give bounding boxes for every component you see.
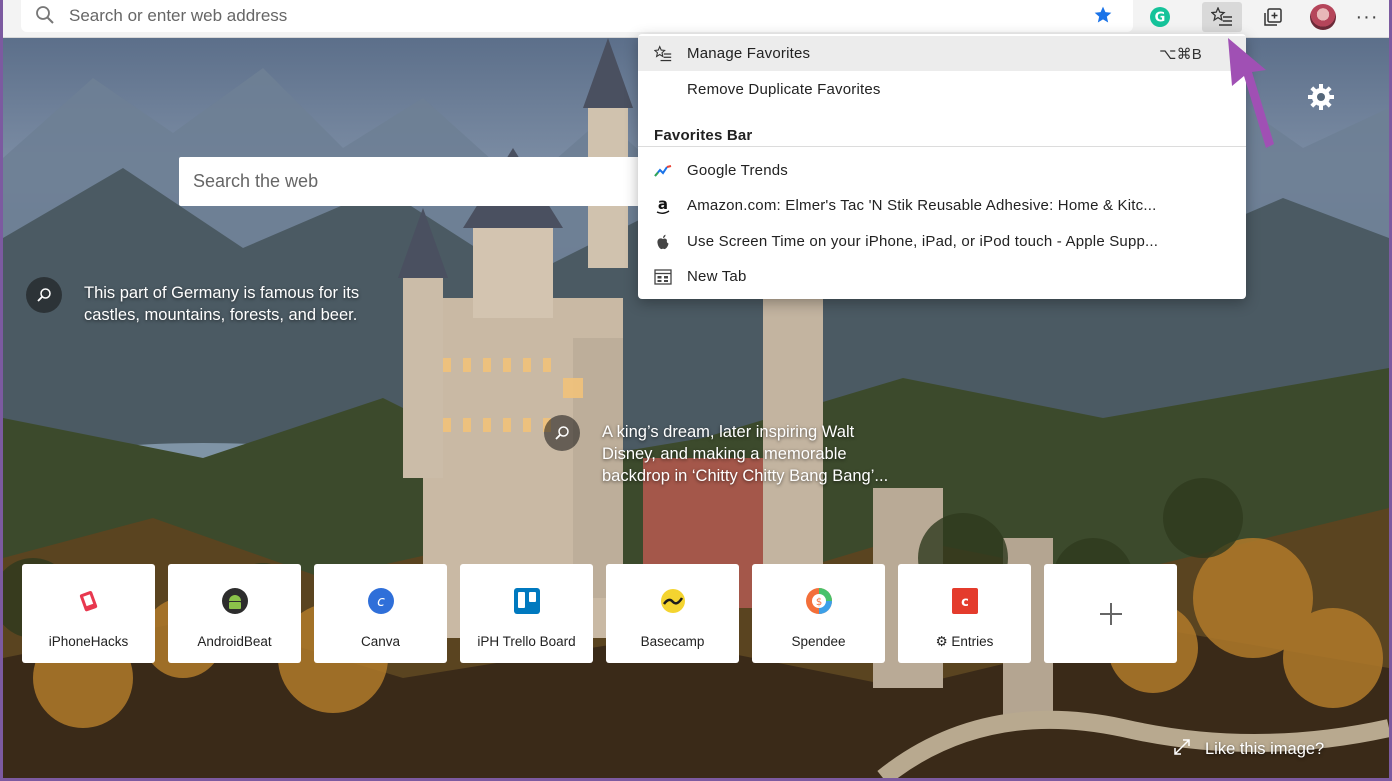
favorites-menu: Manage Favorites ⌥⌘B Remove Duplicate Fa… bbox=[638, 34, 1246, 299]
tile-entries[interactable]: c ⚙ Entries bbox=[898, 564, 1031, 663]
info-line: A king’s dream, later inspiring Walt bbox=[602, 423, 855, 441]
tile-label: iPhoneHacks bbox=[48, 634, 129, 649]
add-tile-button[interactable] bbox=[1044, 564, 1177, 663]
favorite-label: Google Trends bbox=[687, 162, 788, 179]
trello-icon bbox=[512, 586, 542, 616]
like-this-image-button[interactable]: Like this image? bbox=[1173, 738, 1324, 761]
star-icon[interactable] bbox=[1093, 5, 1113, 30]
amazon-icon: a bbox=[654, 197, 672, 215]
info-search-icon[interactable] bbox=[544, 415, 580, 451]
info-line: This part of Germany is famous for its bbox=[84, 284, 360, 302]
favorites-list-icon bbox=[1211, 7, 1232, 26]
plus-icon bbox=[1096, 599, 1126, 629]
favorite-amazon[interactable]: a Amazon.com: Elmer's Tac 'N Stik Reusab… bbox=[638, 188, 1246, 223]
menu-item-remove-duplicates[interactable]: Remove Duplicate Favorites bbox=[638, 72, 1246, 107]
apple-icon bbox=[654, 233, 672, 251]
annotation-arrow bbox=[1218, 36, 1278, 156]
svg-text:G: G bbox=[1155, 11, 1166, 26]
tile-basecamp[interactable]: Basecamp bbox=[606, 564, 739, 663]
profile-button[interactable] bbox=[1303, 2, 1343, 32]
collections-icon[interactable] bbox=[1253, 2, 1293, 32]
tile-label: iPH Trello Board bbox=[477, 634, 576, 649]
tile-label: AndroidBeat bbox=[197, 634, 272, 649]
web-search-box[interactable]: Search the web bbox=[179, 157, 649, 206]
settings-gear-icon[interactable] bbox=[1306, 82, 1336, 117]
tile-iphonehacks[interactable]: iPhoneHacks bbox=[22, 564, 155, 663]
androidbeat-icon bbox=[220, 586, 250, 616]
spendee-icon: $ bbox=[804, 586, 834, 616]
basecamp-icon bbox=[658, 586, 688, 616]
avatar bbox=[1310, 4, 1336, 30]
search-icon bbox=[35, 5, 55, 30]
svg-text:c: c bbox=[377, 594, 385, 610]
favorites-button[interactable] bbox=[1202, 2, 1242, 32]
menu-item-label: Manage Favorites bbox=[687, 45, 811, 62]
menu-divider bbox=[638, 146, 1246, 147]
tile-label: ⚙ Entries bbox=[935, 634, 994, 649]
info-line: castles, mountains, forests, and beer. bbox=[84, 306, 358, 324]
browser-window: Search or enter web address G ··· Search… bbox=[3, 0, 1389, 778]
tile-trello[interactable]: iPH Trello Board bbox=[460, 564, 593, 663]
tile-androidbeat[interactable]: AndroidBeat bbox=[168, 564, 301, 663]
info-line: backdrop in ‘Chitty Chitty Bang Bang’... bbox=[602, 467, 889, 485]
entries-icon: c bbox=[950, 586, 980, 616]
image-info-text-2[interactable]: A king’s dream, later inspiring Walt Dis… bbox=[602, 421, 888, 487]
menu-item-shortcut: ⌥⌘B bbox=[1159, 46, 1202, 63]
tile-label: Canva bbox=[360, 634, 401, 649]
expand-icon bbox=[1173, 738, 1191, 761]
svg-text:a: a bbox=[658, 197, 668, 213]
favorite-label: Use Screen Time on your iPhone, iPad, or… bbox=[687, 233, 1159, 250]
favorite-google-trends[interactable]: Google Trends bbox=[638, 153, 1246, 188]
menu-item-manage-favorites[interactable]: Manage Favorites ⌥⌘B bbox=[638, 36, 1246, 71]
tile-spendee[interactable]: $ Spendee bbox=[752, 564, 885, 663]
favorite-apple-support[interactable]: Use Screen Time on your iPhone, iPad, or… bbox=[638, 224, 1246, 259]
web-search-placeholder: Search the web bbox=[193, 171, 319, 191]
new-tab-icon bbox=[654, 268, 672, 286]
more-icon: ··· bbox=[1355, 5, 1379, 28]
favorites-list-icon bbox=[654, 45, 672, 63]
more-menu-button[interactable]: ··· bbox=[1347, 2, 1387, 32]
tile-label: Spendee bbox=[791, 634, 846, 649]
svg-text:$: $ bbox=[816, 597, 822, 608]
favorites-bar-heading: Favorites Bar bbox=[654, 127, 753, 144]
address-bar[interactable]: Search or enter web address bbox=[21, 0, 1133, 32]
info-search-icon[interactable] bbox=[26, 277, 62, 313]
iphonehacks-icon bbox=[74, 586, 104, 616]
menu-item-label: Remove Duplicate Favorites bbox=[687, 81, 881, 98]
favorite-new-tab[interactable]: New Tab bbox=[638, 259, 1246, 294]
info-line: Disney, and making a memorable bbox=[602, 445, 847, 463]
image-info-text-1[interactable]: This part of Germany is famous for its c… bbox=[84, 282, 359, 326]
canva-icon: c bbox=[366, 586, 396, 616]
svg-text:c: c bbox=[961, 595, 969, 610]
address-placeholder: Search or enter web address bbox=[69, 6, 288, 25]
tile-label: Basecamp bbox=[640, 634, 705, 649]
tile-canva[interactable]: c Canva bbox=[314, 564, 447, 663]
browser-toolbar: Search or enter web address G ··· bbox=[3, 0, 1389, 38]
grammarly-icon[interactable]: G bbox=[1140, 2, 1180, 32]
favorite-label: New Tab bbox=[687, 268, 747, 285]
favorite-label: Amazon.com: Elmer's Tac 'N Stik Reusable… bbox=[687, 197, 1157, 214]
like-this-image-label: Like this image? bbox=[1205, 740, 1325, 758]
trends-icon bbox=[654, 162, 672, 180]
